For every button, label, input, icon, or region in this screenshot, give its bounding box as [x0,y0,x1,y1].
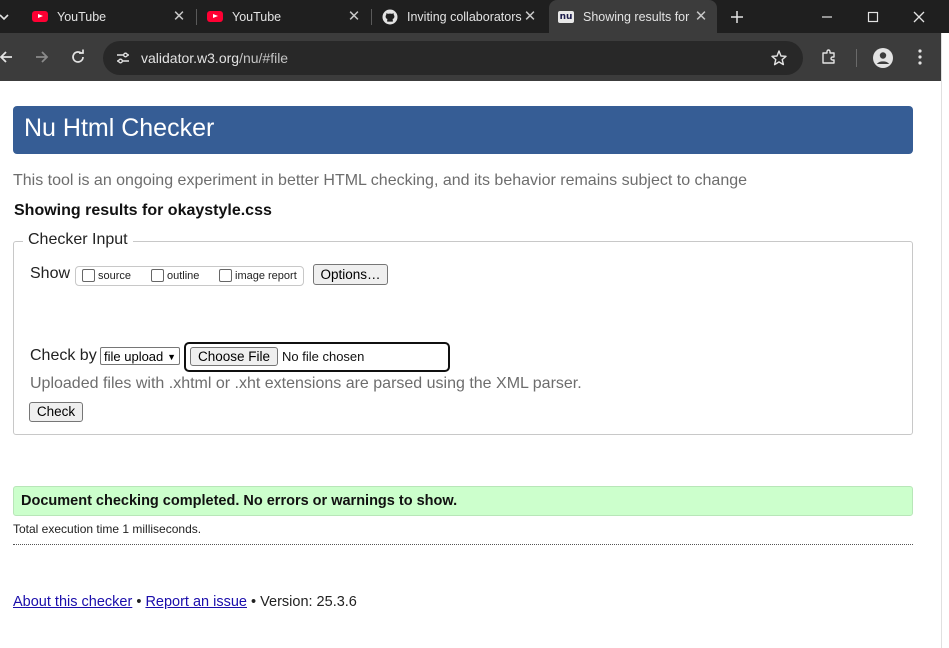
browser-tab-bar: YouTube ✕ YouTube ✕ Inviting collaborato… [0,0,949,33]
about-checker-link[interactable]: About this checker [13,594,132,610]
close-tab-icon[interactable]: ✕ [522,8,538,25]
tab-title: YouTube [57,9,107,24]
nu-icon: nu [558,10,574,23]
maximize-window-button[interactable] [850,0,896,33]
back-button[interactable] [0,45,18,69]
page-title: Nu Html Checker [24,114,215,142]
check-button[interactable]: Check [29,402,83,422]
check-by-select[interactable]: file upload ▼ [100,347,180,365]
page-header: Nu Html Checker [13,106,913,154]
browser-menu-icon[interactable] [912,48,928,71]
outline-checkbox[interactable] [151,269,164,282]
image-report-checkbox[interactable] [219,269,232,282]
close-window-button[interactable] [896,0,942,33]
tab-title: Showing results for [583,9,690,24]
address-bar[interactable]: validator.w3.org/nu/#file [103,41,803,75]
footer-separator: • [136,594,142,610]
tab-search-chevron-icon[interactable] [0,5,16,29]
close-tab-icon[interactable]: ✕ [693,8,709,25]
file-status-text: No file chosen [282,349,365,364]
reload-button[interactable] [66,45,90,69]
youtube-icon [32,9,48,25]
version-text: Version: 25.3.6 [260,594,357,610]
toolbar-divider [856,49,857,67]
results-heading: Showing results for okaystyle.css [14,202,272,219]
url-host: validator.w3.org [141,50,240,66]
github-icon [382,9,398,25]
tab-youtube-2[interactable]: YouTube ✕ [198,0,370,33]
options-button[interactable]: Options… [313,264,388,285]
url-path: /nu/#file [239,50,289,66]
footer-separator: • [251,594,257,610]
adjacent-window-edge [941,33,949,648]
browser-toolbar: validator.w3.org/nu/#file [0,33,949,81]
tab-title: Inviting collaborators [407,9,522,24]
tab-title: YouTube [232,9,282,24]
xml-parser-note: Uploaded files with .xhtml or .xht exten… [30,375,582,392]
check-by-select-value: file upload [104,349,164,364]
execution-time: Total execution time 1 milliseconds. [13,522,202,536]
tab-youtube-1[interactable]: YouTube ✕ [23,0,195,33]
result-success-message: Document checking completed. No errors o… [13,486,913,516]
profile-avatar-icon[interactable] [872,47,894,74]
show-label: Show [30,265,71,282]
dotted-divider [13,544,913,545]
bookmark-star-icon[interactable] [770,49,788,72]
close-tab-icon[interactable]: ✕ [171,8,187,25]
result-success-text: Document checking completed. No errors o… [21,493,458,509]
source-checkbox-label[interactable]: source [98,270,131,282]
extensions-icon[interactable] [820,48,838,71]
checker-input-fieldset: Checker Input Show source outline image … [13,231,913,435]
minimize-window-button[interactable] [804,0,850,33]
forward-button[interactable] [30,45,54,69]
new-tab-button[interactable] [714,0,760,33]
outline-checkbox-label[interactable]: outline [167,270,199,282]
image-report-checkbox-label[interactable]: image report [235,270,297,282]
choose-file-button[interactable]: Choose File [190,347,278,366]
intro-text: This tool is an ongoing experiment in be… [13,172,748,189]
close-tab-icon[interactable]: ✕ [346,8,362,25]
url-text[interactable]: validator.w3.org/nu/#file [141,50,288,66]
chevron-down-icon: ▼ [167,352,176,362]
page-content: Nu Html Checker This tool is an ongoing … [0,81,941,648]
report-issue-link[interactable]: Report an issue [145,594,247,610]
tab-inviting-collaborators[interactable]: Inviting collaborators ✕ [373,0,546,33]
file-input[interactable]: Choose File No file chosen [184,342,450,372]
show-options-group: source outline image report [75,266,304,286]
page-footer: About this checker • Report an issue • V… [13,594,357,610]
tab-showing-results[interactable]: nu Showing results for ✕ [549,0,717,33]
checker-input-legend: Checker Input [23,231,133,249]
check-by-label: Check by [30,347,97,364]
site-info-icon[interactable] [115,50,131,71]
source-checkbox[interactable] [82,269,95,282]
youtube-icon [207,9,223,25]
